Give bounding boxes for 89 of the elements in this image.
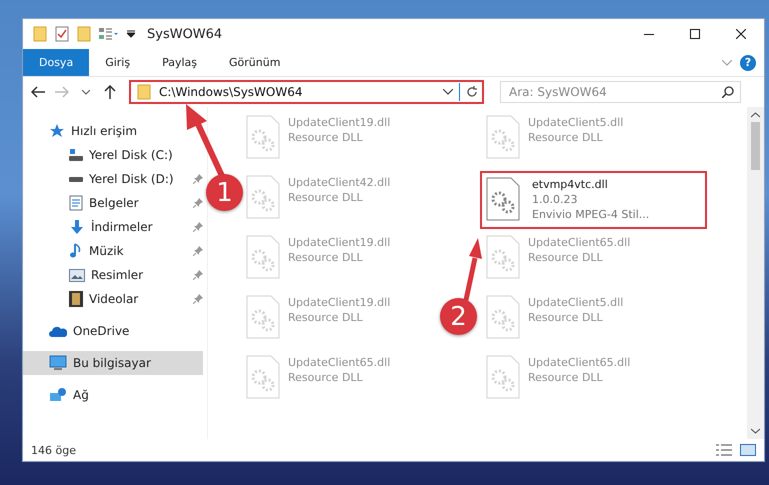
scroll-thumb[interactable] (751, 122, 760, 170)
file-detail: Resource DLL (528, 310, 604, 325)
file-name: UpdateClient65.dll (288, 355, 390, 370)
search-icon (722, 86, 734, 98)
file-name: UpdateClient42.dll (288, 175, 390, 190)
settings-file-icon (486, 177, 520, 221)
folder-icon (137, 84, 151, 100)
file-detail: Resource DLL (288, 310, 364, 325)
scrollbar[interactable] (747, 107, 764, 439)
film-icon (69, 291, 83, 307)
file-detail: Resource DLL (288, 250, 364, 265)
settings-file-icon (246, 355, 280, 399)
sidebar-item[interactable]: OneDrive (49, 319, 134, 343)
pin-icon[interactable] (193, 222, 203, 232)
scroll-up-icon[interactable] (751, 112, 760, 118)
pin-icon[interactable] (193, 174, 203, 184)
music-note-icon (69, 243, 83, 259)
scroll-down-icon[interactable] (751, 428, 760, 434)
sidebar-item[interactable]: Resimler (69, 263, 148, 287)
ribbon-tab[interactable]: Giriş (89, 49, 146, 76)
maximize-icon (690, 29, 700, 39)
file-name: UpdateClient5.dll (528, 115, 624, 130)
pin-icon[interactable] (193, 246, 203, 256)
download-arrow-icon (69, 219, 85, 235)
properties-icon[interactable] (99, 27, 119, 41)
network-icon (49, 387, 67, 403)
settings-file-icon (246, 295, 280, 339)
large-icons-view-icon[interactable] (740, 444, 756, 456)
settings-file-icon (486, 235, 520, 279)
file-detail: 1.0.0.23 (532, 192, 578, 207)
file-detail: Envivio MPEG-4 Stil... (532, 207, 650, 222)
settings-file-icon (246, 175, 280, 219)
sidebar-item[interactable]: Videolar (69, 287, 142, 311)
cloud-icon (49, 325, 67, 337)
folder-icon[interactable] (77, 26, 91, 42)
ribbon-tab[interactable]: Dosya (23, 49, 90, 76)
sidebar-item[interactable]: Müzik (69, 239, 128, 263)
pin-icon[interactable] (193, 294, 203, 304)
refresh-icon[interactable] (466, 86, 478, 98)
settings-file-icon (246, 235, 280, 279)
pin-icon[interactable] (193, 198, 203, 208)
folder-icon[interactable] (33, 26, 47, 42)
pin-icon[interactable] (193, 270, 203, 280)
chevron-down-icon[interactable] (443, 89, 453, 95)
checklist-icon[interactable] (55, 26, 69, 42)
settings-file-icon (246, 115, 280, 159)
arrow (464, 238, 482, 301)
close-icon (736, 29, 746, 39)
file-name: UpdateClient65.dll (528, 355, 630, 370)
back-button[interactable] (29, 86, 47, 98)
sidebar-item[interactable]: Yerel Disk (D:) (69, 167, 178, 191)
sidebar-item[interactable]: Hızlı erişim (49, 119, 142, 143)
file-name: UpdateClient19.dll (288, 295, 390, 310)
search-box[interactable]: Ara: SysWOW64 (500, 81, 741, 103)
file-detail: Resource DLL (288, 370, 364, 385)
drive-icon (69, 149, 83, 161)
dropdown-caret-icon[interactable] (127, 30, 135, 38)
file-name: UpdateClient65.dll (528, 235, 630, 250)
sidebar-item[interactable]: Belgeler (69, 191, 143, 215)
drive-icon (69, 176, 83, 182)
settings-file-icon (486, 115, 520, 159)
file-name: UpdateClient19.dll (288, 115, 390, 130)
file-detail: Resource DLL (528, 130, 604, 145)
help-button[interactable]: ? (740, 54, 756, 70)
star-icon (49, 123, 65, 139)
document-icon (69, 195, 83, 211)
file-name: etvmp4vtc.dll (532, 177, 609, 192)
picture-icon (69, 268, 85, 282)
sidebar-item[interactable]: Ağ (49, 383, 93, 407)
sidebar-item[interactable]: Yerel Disk (C:) (69, 143, 177, 167)
window-title: SysWOW64 (147, 26, 222, 42)
ribbon-tab[interactable]: Görünüm (213, 49, 296, 76)
details-view-icon[interactable] (716, 444, 732, 456)
ribbon-tab[interactable]: Paylaş (146, 49, 213, 76)
file-tile[interactable]: etvmp4vtc.dll 1.0.0.23 Envivio MPEG-4 Stil... (480, 171, 707, 229)
settings-file-icon (486, 355, 520, 399)
computer-icon (49, 355, 67, 371)
address-field[interactable]: C:\Windows\SysWOW64 (157, 84, 437, 100)
sidebar-item[interactable]: Bu bilgisayar (23, 351, 203, 375)
sidebar-item[interactable]: İndirmeler (69, 215, 157, 239)
settings-file-icon (486, 295, 520, 339)
file-detail: Resource DLL (288, 190, 364, 205)
address-bar[interactable]: C:\Windows\SysWOW64 (129, 80, 484, 104)
file-detail: Resource DLL (528, 370, 604, 385)
file-detail: Resource DLL (288, 130, 364, 145)
file-name: UpdateClient5.dll (528, 295, 624, 310)
item-count: 146 öge (31, 444, 76, 456)
file-name: UpdateClient19.dll (288, 235, 390, 250)
file-detail: Resource DLL (528, 250, 604, 265)
